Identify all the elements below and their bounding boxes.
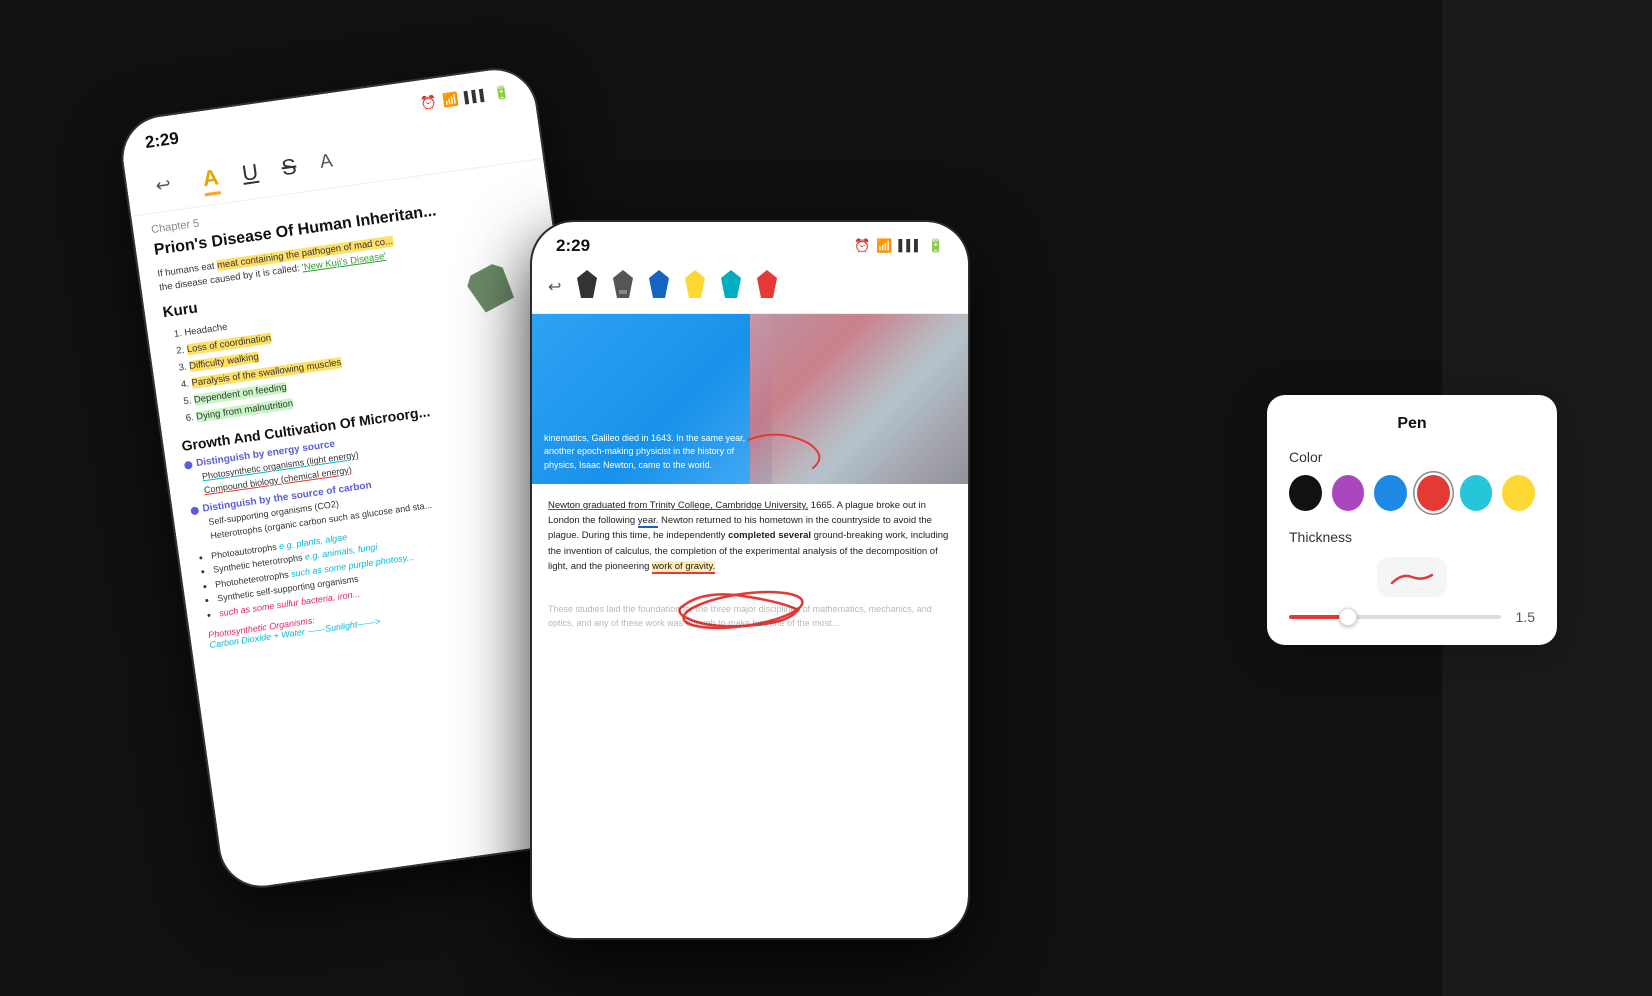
thickness-section: Thickness 1.5 [1289, 529, 1535, 625]
phone-front-screen: 2:29 ⏰ 📶 ▌▌▌ 🔋 ↩ [532, 222, 968, 938]
signal-icon-front: ▌▌▌ [898, 240, 921, 252]
doc-image-text: kinematics, Galileo died in 1643. In the… [544, 432, 760, 473]
front-statusbar: 2:29 ⏰ 📶 ▌▌▌ 🔋 [532, 222, 968, 262]
highlighter-dark-btn[interactable] [577, 270, 597, 303]
highlighter-dark2-btn[interactable] [613, 270, 633, 303]
newton-content: Newton graduated from Trinity College, C… [532, 484, 968, 588]
thickness-slider[interactable] [1289, 615, 1501, 619]
highlighter-yellow-btn[interactable] [685, 270, 705, 303]
format-underline[interactable]: U [240, 159, 259, 187]
highlighter-mark [458, 263, 525, 326]
newton-para: Newton graduated from Trinity College, C… [548, 498, 952, 574]
highlighter-blue-btn[interactable] [649, 270, 669, 303]
highlighter-red-btn[interactable] [757, 270, 777, 303]
pen-popup: Pen Color Thickness 1.5 [1267, 395, 1557, 645]
signal-icon: ▌▌▌ [464, 89, 489, 104]
faded-content: These studies laid the foundation for th… [532, 588, 968, 645]
format-strikethrough[interactable]: S [280, 153, 298, 181]
swatch-yellow[interactable] [1502, 475, 1535, 511]
swatch-black[interactable] [1289, 475, 1322, 511]
clock-icon-front: ⏰ [854, 238, 870, 254]
wifi-icon-front: 📶 [876, 238, 892, 254]
format-bold-A[interactable]: A [201, 164, 220, 192]
highlighter-teal-btn[interactable] [721, 270, 741, 303]
front-toolbar: ↩ [532, 262, 968, 314]
swatch-red[interactable] [1417, 475, 1450, 511]
phone-front: 2:29 ⏰ 📶 ▌▌▌ 🔋 ↩ [530, 220, 970, 940]
swatch-blue[interactable] [1374, 475, 1407, 511]
format-font-size[interactable]: A [319, 150, 335, 174]
color-swatches [1289, 475, 1535, 511]
thickness-value: 1.5 [1511, 609, 1535, 625]
wifi-icon: 📶 [441, 91, 459, 109]
back-time: 2:29 [144, 129, 180, 154]
doc-image: kinematics, Galileo died in 1643. In the… [532, 314, 968, 484]
doc-image-photo [750, 314, 968, 484]
battery-icon-front: 🔋 [928, 238, 944, 254]
slider-row: 1.5 [1289, 609, 1535, 625]
slider-thumb[interactable] [1339, 608, 1357, 626]
pen-popup-title: Pen [1289, 415, 1535, 433]
front-status-icons: ⏰ 📶 ▌▌▌ 🔋 [854, 238, 944, 254]
battery-icon: 🔋 [492, 84, 510, 102]
swatch-purple[interactable] [1332, 475, 1365, 511]
swatch-teal[interactable] [1460, 475, 1493, 511]
undo-icon[interactable]: ↩ [145, 167, 181, 203]
thickness-preview [1377, 557, 1447, 597]
faded-para: These studies laid the foundation for th… [548, 602, 952, 631]
color-label: Color [1289, 449, 1535, 465]
front-time: 2:29 [556, 236, 590, 256]
doc-image-overlay: kinematics, Galileo died in 1643. In the… [532, 314, 772, 484]
clock-icon: ⏰ [419, 94, 437, 112]
thickness-label: Thickness [1289, 529, 1535, 545]
pen-undo-btn[interactable]: ↩ [548, 277, 561, 297]
thickness-curve-svg [1387, 565, 1437, 589]
back-status-icons: ⏰ 📶 ▌▌▌ 🔋 [419, 84, 510, 112]
